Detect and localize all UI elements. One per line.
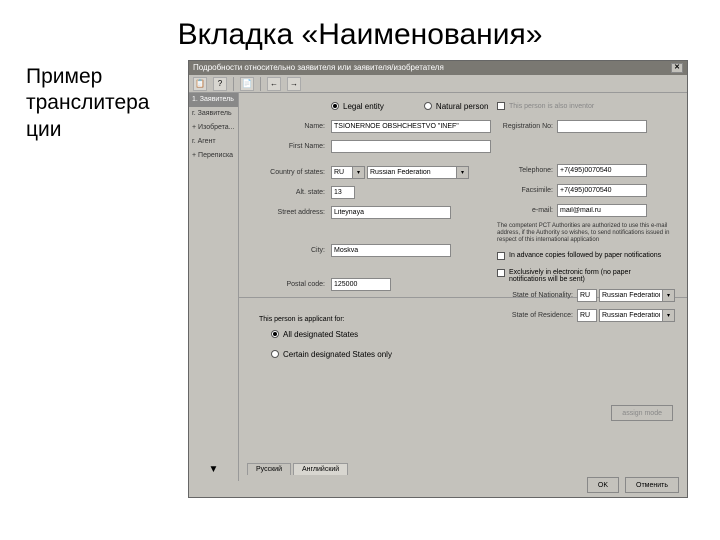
prev-icon[interactable]: ← (267, 77, 281, 91)
label-legal-entity: Legal entity (343, 102, 384, 111)
form-panel: Legal entity Natural person Name: First … (239, 93, 687, 481)
residence-name[interactable] (599, 309, 663, 322)
chevron-down-icon[interactable]: ▾ (353, 166, 365, 179)
separator (260, 77, 261, 91)
regno-field[interactable] (557, 120, 647, 133)
radio-certain-states[interactable] (271, 350, 279, 358)
chevron-down-icon[interactable]: ▼ (189, 458, 238, 481)
label-natural-person: Natural person (436, 102, 488, 111)
tel-field[interactable] (557, 164, 647, 177)
country-code-field[interactable] (331, 166, 353, 179)
firstname-field[interactable] (331, 140, 491, 153)
inventor-checkbox[interactable] (497, 102, 505, 110)
next-icon[interactable]: → (287, 77, 301, 91)
postal-label: Postal code: (247, 281, 331, 288)
sidebar-item-applicant2[interactable]: г. Заявитель (189, 107, 238, 121)
fax-label: Facsimile: (497, 187, 557, 194)
tab-english[interactable]: Английский (293, 463, 348, 475)
sidebar-item-applicant[interactable]: 1. Заявитель (189, 93, 238, 107)
name-field[interactable] (331, 120, 491, 133)
chevron-down-icon[interactable]: ▾ (663, 289, 675, 302)
email-label: e-mail: (497, 207, 557, 214)
help-icon[interactable]: ? (213, 77, 227, 91)
sidebar-item-correspondence[interactable]: + Переписка (189, 149, 238, 163)
fax-field[interactable] (557, 184, 647, 197)
sidebar-item-inventor[interactable]: + Изобрета... (189, 121, 238, 135)
radio-legal-entity[interactable] (331, 102, 339, 110)
certain-states-label: Certain designated States only (283, 350, 392, 359)
toolbar: 📋 ? 📄 ← → (189, 75, 687, 93)
city-label: City: (247, 247, 331, 254)
separator (233, 77, 234, 91)
tel-label: Telephone: (497, 167, 557, 174)
right-column: This person is also inventor Registratio… (497, 99, 677, 329)
ok-button[interactable]: OK (587, 477, 619, 493)
name-label: Name: (247, 123, 331, 130)
doc-icon[interactable]: 📄 (240, 77, 254, 91)
slide-title: Вкладка «Наименования» (0, 0, 720, 60)
side-caption: Пример транслитера ции (26, 60, 188, 498)
advance-label: In advance copies followed by paper noti… (509, 252, 661, 259)
chevron-down-icon[interactable]: ▾ (457, 166, 469, 179)
radio-natural-person[interactable] (424, 102, 432, 110)
city-field[interactable] (331, 244, 451, 257)
close-icon[interactable]: ✕ (671, 63, 683, 73)
nationality-code[interactable] (577, 289, 597, 302)
dialog-window: Подробности относительно заявителя или з… (188, 60, 688, 498)
postal-field[interactable] (331, 278, 391, 291)
titlebar: Подробности относительно заявителя или з… (189, 61, 687, 75)
exclusive-checkbox[interactable] (497, 269, 505, 277)
language-tabs: Русский Английский (247, 463, 350, 475)
assign-mode-button[interactable]: assign mode (611, 405, 673, 421)
street-label: Street address: (247, 209, 331, 216)
radio-all-states[interactable] (271, 330, 279, 338)
info-text: The competent PCT Authorities are author… (497, 223, 677, 245)
chevron-down-icon[interactable]: ▾ (663, 309, 675, 322)
advance-checkbox[interactable] (497, 252, 505, 260)
window-title: Подробности относительно заявителя или з… (193, 61, 444, 75)
country-name-field[interactable] (367, 166, 457, 179)
country-label: Country of states: (247, 169, 331, 176)
all-states-label: All designated States (283, 330, 358, 339)
street-field[interactable] (331, 206, 451, 219)
regno-label: Registration No: (497, 123, 557, 130)
residence-code[interactable] (577, 309, 597, 322)
sidebar: 1. Заявитель г. Заявитель + Изобрета... … (189, 93, 239, 481)
nationality-name[interactable] (599, 289, 663, 302)
tab-russian[interactable]: Русский (247, 463, 291, 475)
email-field[interactable] (557, 204, 647, 217)
cancel-button[interactable]: Отменить (625, 477, 679, 493)
altstate-label: Alt. state: (247, 189, 331, 196)
altstate-field[interactable] (331, 186, 355, 199)
nationality-label: State of Nationality: (497, 292, 577, 299)
exclusive-label: Exclusively in electronic form (no paper… (509, 269, 669, 283)
inventor-label: This person is also inventor (509, 103, 594, 110)
residence-label: State of Residence: (497, 312, 577, 319)
copy-icon[interactable]: 📋 (193, 77, 207, 91)
sidebar-item-agent[interactable]: г. Агент (189, 135, 238, 149)
firstname-label: First Name: (247, 143, 331, 150)
